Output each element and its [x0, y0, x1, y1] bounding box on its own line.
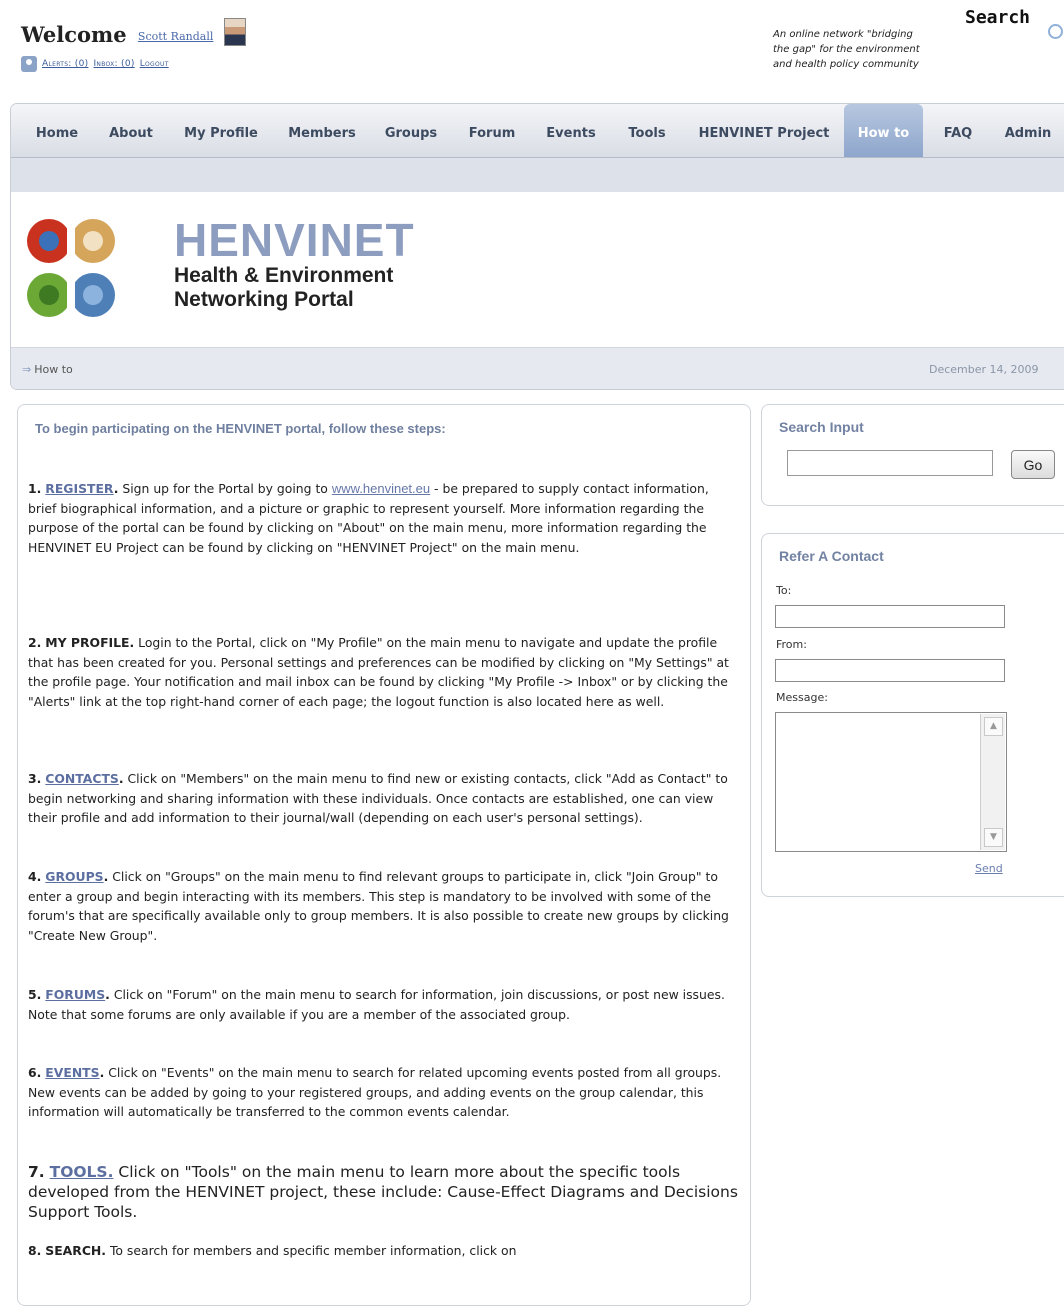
nav-banner-box: Home About My Profile Members Groups For… [10, 103, 1064, 390]
search-panel: Search Input Go [761, 404, 1064, 506]
welcome-text: Welcome [21, 22, 127, 47]
from-field[interactable] [775, 659, 1005, 682]
send-link[interactable]: Send [975, 862, 1003, 875]
search-input[interactable] [787, 450, 993, 476]
menu-item-about[interactable]: About [101, 104, 161, 157]
menu-item-home[interactable]: Home [23, 104, 91, 157]
step-register: 1. REGISTER. Sign up for the Portal by g… [28, 481, 709, 556]
alerts-link[interactable]: Alerts: (0) [42, 59, 88, 69]
step-text: Click on "Tools" on the main menu to lea… [28, 1163, 738, 1221]
main-content: To begin participating on the HENVINET p… [17, 404, 751, 1306]
user-name-link[interactable]: Scott Randall [138, 30, 213, 43]
step-label: SEARCH. [45, 1243, 106, 1258]
step-text: Click on "Events" on the main menu to se… [28, 1065, 722, 1120]
step-my-profile: 2. MY PROFILE. Login to the Portal, clic… [28, 633, 738, 712]
menu-item-groups[interactable]: Groups [377, 104, 445, 157]
events-link[interactable]: EVENTS [45, 1065, 99, 1080]
brand-subtitle-2: Networking Portal [174, 288, 354, 311]
brand-title: HENVINET [174, 214, 415, 266]
menu-item-my-profile[interactable]: My Profile [174, 104, 268, 157]
step-search: 8. SEARCH. To search for members and spe… [28, 1241, 738, 1261]
step-text: Click on "Groups" on the main menu to fi… [28, 869, 729, 944]
to-label: To: [776, 584, 792, 597]
step-number: 5. [28, 987, 42, 1002]
step-number: 3. [28, 771, 42, 786]
breadcrumb: ⇒ How to [22, 363, 73, 376]
current-date: December 14, 2009 [929, 363, 1039, 376]
menu-item-how-to[interactable]: How to [844, 104, 923, 157]
message-scrollbar[interactable]: ▲ ▼ [980, 714, 1005, 850]
step-contacts: 3. CONTACTS. Click on "Members" on the m… [28, 771, 728, 826]
refer-panel-title: Refer A Contact [779, 548, 884, 564]
menu-item-forum[interactable]: Forum [459, 104, 525, 157]
scroll-up-arrow-icon[interactable]: ▲ [984, 717, 1003, 736]
message-textarea[interactable]: ▲ ▼ [775, 712, 1007, 852]
breadcrumb-current[interactable]: How to [34, 363, 73, 376]
tagline-line: and health policy community [773, 59, 919, 70]
search-heading: Search [965, 7, 1031, 28]
step-number: 2. [28, 635, 42, 650]
site-tagline: An online network "bridging the gap" for… [773, 27, 920, 72]
step-groups: 4. GROUPS. Click on "Groups" on the main… [28, 869, 729, 944]
step-text: Login to the Portal, click on "My Profil… [28, 635, 729, 710]
step-text: Click on "Forum" on the main menu to sea… [28, 987, 725, 1022]
step-tools: 7. TOOLS. Click on "Tools" on the main m… [28, 1162, 738, 1222]
step-number: 4. [28, 869, 42, 884]
scroll-down-arrow-icon[interactable]: ▼ [984, 828, 1003, 847]
step-forums: 5. FORUMS. Click on "Forum" on the main … [28, 987, 725, 1022]
tools-link[interactable]: TOOLS. [50, 1163, 114, 1181]
henvinet-url-link[interactable]: www.henvinet.eu [332, 481, 430, 496]
logout-link[interactable]: Logout [140, 59, 169, 69]
step-text: Click on "Members" on the main menu to f… [28, 771, 728, 826]
brand-subtitle-1: Health & Environment [174, 264, 394, 287]
search-panel-title: Search Input [779, 419, 864, 435]
step-text: Sign up for the Portal by going to [118, 481, 332, 496]
step-number: 6. [28, 1065, 42, 1080]
from-label: From: [776, 638, 807, 651]
refer-contact-panel: Refer A Contact To: From: Message: ▲ ▼ S… [761, 533, 1064, 897]
step-number: 1. [28, 481, 42, 496]
tagline-line: An online network "bridging [773, 29, 913, 40]
step-number: 7. [28, 1163, 45, 1181]
go-button[interactable]: Go [1011, 450, 1055, 479]
arrow-right-icon: ⇒ [22, 363, 32, 376]
submenu-bar [11, 158, 1064, 192]
step-label: MY PROFILE. [45, 635, 135, 650]
user-icon [21, 56, 37, 72]
welcome-block: Welcome Scott Randall [21, 18, 246, 47]
main-menu: Home About My Profile Members Groups For… [11, 104, 1064, 158]
menu-item-events[interactable]: Events [536, 104, 606, 157]
step-events: 6. EVENTS. Click on "Events" on the main… [28, 1065, 722, 1120]
menu-item-members[interactable]: Members [279, 104, 365, 157]
site-banner: HENVINET Health & Environment Networking… [11, 192, 1064, 347]
henvinet-logo[interactable] [21, 207, 121, 332]
inbox-link[interactable]: Inbox: (0) [93, 59, 134, 69]
menu-item-tools[interactable]: Tools [618, 104, 676, 157]
message-label: Message: [776, 691, 828, 704]
breadcrumb-bar: ⇒ How to December 14, 2009 [11, 347, 1064, 389]
tagline-line: the gap" for the environment [773, 44, 920, 55]
forums-link[interactable]: FORUMS [45, 987, 105, 1002]
menu-item-henvinet-project[interactable]: HENVINET Project [688, 104, 840, 157]
user-links: Alerts: (0) Inbox: (0) Logout [21, 56, 169, 72]
step-number: 8. [28, 1243, 42, 1258]
menu-item-faq[interactable]: FAQ [929, 104, 987, 157]
top-header: Welcome Scott Randall Alerts: (0) Inbox:… [0, 0, 1064, 100]
brand-text: HENVINET Health & Environment Networking… [174, 216, 415, 312]
avatar[interactable] [223, 18, 246, 46]
intro-heading: To begin participating on the HENVINET p… [35, 421, 446, 436]
step-text: To search for members and specific membe… [106, 1243, 517, 1258]
search-icon[interactable] [1048, 24, 1063, 39]
register-link[interactable]: REGISTER [45, 481, 113, 496]
to-field[interactable] [775, 605, 1005, 628]
contacts-link[interactable]: CONTACTS [45, 771, 119, 786]
groups-link[interactable]: GROUPS [45, 869, 103, 884]
menu-item-admin[interactable]: Admin [995, 104, 1061, 157]
